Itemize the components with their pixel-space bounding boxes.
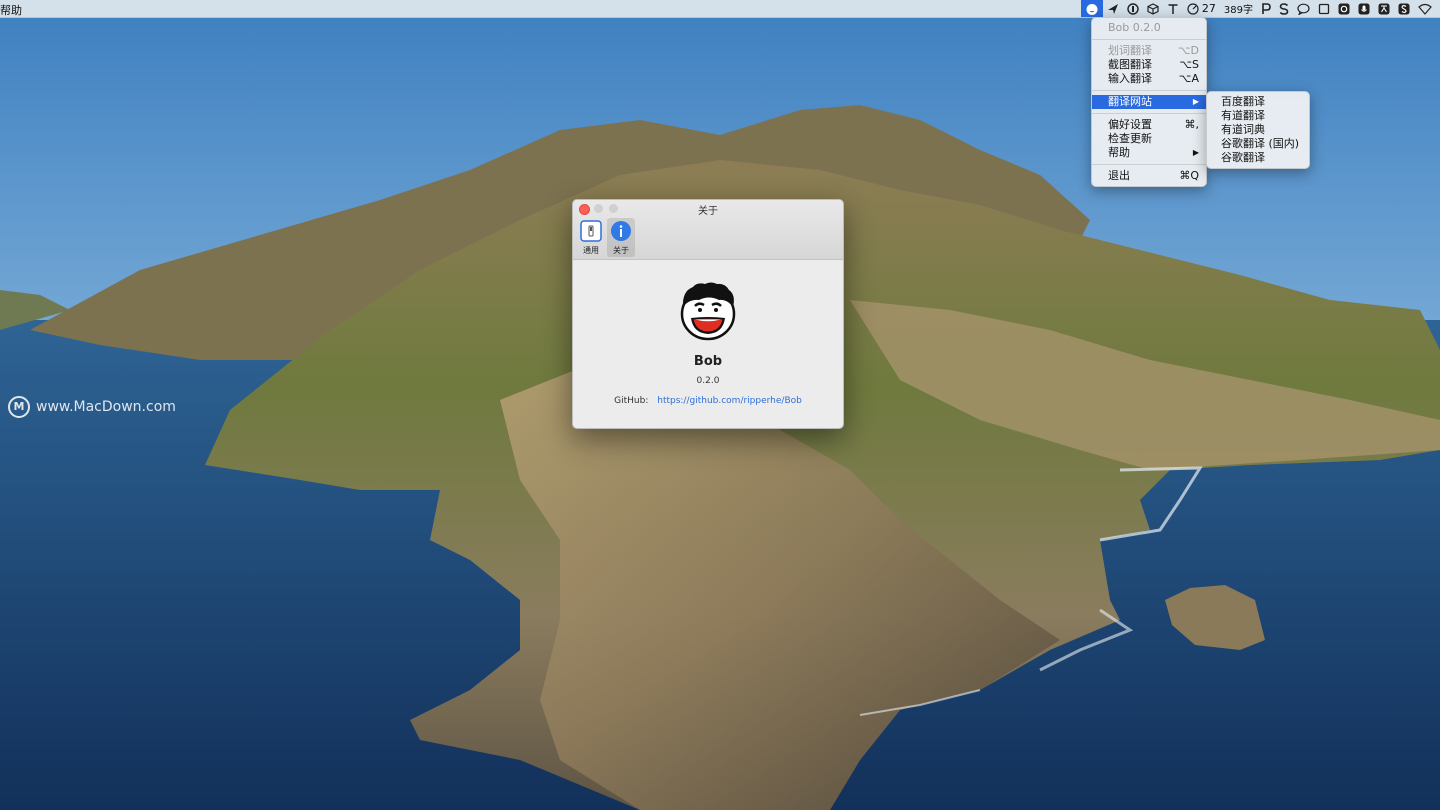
wifi-icon[interactable] (1414, 0, 1436, 17)
word-count[interactable]: 389字 (1220, 0, 1257, 17)
submenu-arrow-icon: ▶ (1192, 148, 1199, 157)
status-bar: 27 389字 (1080, 0, 1436, 17)
menu-separator (1092, 113, 1206, 114)
menu-item-label: 输入翻译 (1108, 72, 1152, 85)
bob-logo-icon (680, 282, 736, 341)
github-row: GitHub: https://github.com/ripperhe/Bob (573, 396, 843, 406)
s-app-icon[interactable] (1275, 0, 1293, 17)
menu-item-shortcut: ⌥S (1179, 58, 1199, 71)
menu-separator (1092, 164, 1206, 165)
tab-general[interactable]: 通用 (577, 218, 605, 257)
activity-counter[interactable]: 27 (1183, 0, 1220, 17)
github-label: GitHub: (614, 396, 649, 406)
menu-item-shortcut: ⌘, (1184, 118, 1200, 131)
paper-plane-icon[interactable] (1103, 0, 1123, 17)
translate-app-icon[interactable] (1374, 0, 1394, 17)
bob-face-icon (1086, 3, 1098, 15)
cube-icon[interactable] (1143, 0, 1163, 17)
menu-item-shortcut: ⌥D (1177, 44, 1199, 57)
switch-icon (580, 220, 602, 242)
tab-about[interactable]: 关于 (607, 218, 635, 257)
menu-item-shortcut: ⌘Q (1179, 169, 1199, 182)
menu-item-input-translate[interactable]: 输入翻译 ⌥A (1092, 72, 1206, 86)
translate-websites-submenu: 百度翻译 有道翻译 有道词典 谷歌翻译 (国内) 谷歌翻译 (1206, 91, 1310, 169)
watermark-text: www.MacDown.com (36, 399, 176, 415)
menu-item-preferences[interactable]: 偏好设置 ⌘, (1092, 118, 1206, 132)
app-name: Bob (693, 354, 723, 369)
menu-bar: 帮助 27 389字 (0, 0, 1440, 18)
menu-item-translate-websites[interactable]: 翻译网站 ▶ (1092, 95, 1206, 109)
menu-item-shortcut: ⌥A (1178, 72, 1199, 85)
window-titlebar: 关于 通用 关于 (573, 200, 843, 260)
about-window: 关于 通用 关于 Bob 0.2.0 GitHub: https://githu… (572, 199, 844, 429)
camera-app-icon[interactable] (1334, 0, 1354, 17)
submenu-item-youdao-translate[interactable]: 有道翻译 (1207, 109, 1309, 123)
s-square-app-icon[interactable] (1394, 0, 1414, 17)
menu-header-version: Bob 0.2.0 (1108, 21, 1161, 34)
submenu-item-google[interactable]: 谷歌翻译 (1207, 151, 1309, 165)
github-link[interactable]: https://github.com/ripperhe/Bob (657, 396, 802, 406)
menu-item-check-updates[interactable]: 检查更新 (1092, 132, 1206, 146)
watermark: M www.MacDown.com (8, 396, 176, 418)
submenu-item-baidu[interactable]: 百度翻译 (1207, 95, 1309, 109)
menu-item-help[interactable]: 帮助 ▶ (1092, 146, 1206, 160)
info-icon (611, 221, 631, 241)
tab-label: 关于 (613, 246, 629, 255)
bob-menu: Bob 0.2.0 划词翻译 ⌥D 截图翻译 ⌥S 输入翻译 ⌥A 翻译网站 ▶… (1091, 17, 1207, 187)
menu-item-label: 截图翻译 (1108, 58, 1152, 71)
gauge-icon (1187, 2, 1199, 15)
macdown-logo-icon: M (8, 396, 30, 418)
window-icon[interactable] (1314, 0, 1334, 17)
menu-item-label: 偏好设置 (1108, 118, 1152, 131)
microphone-icon[interactable] (1354, 0, 1374, 17)
menu-separator (1092, 90, 1206, 91)
submenu-item-google-cn[interactable]: 谷歌翻译 (国内) (1207, 137, 1309, 151)
menu-item-screenshot-translate[interactable]: 截图翻译 ⌥S (1092, 58, 1206, 72)
menu-item-label: 翻译网站 (1108, 95, 1152, 108)
menu-item-select-translate[interactable]: 划词翻译 ⌥D (1092, 44, 1206, 58)
menu-item-label: 帮助 (1108, 146, 1130, 159)
activity-count: 27 (1201, 2, 1216, 15)
tab-label: 通用 (583, 246, 599, 255)
menu-item-label: 划词翻译 (1108, 44, 1152, 57)
menu-help[interactable]: 帮助 (0, 2, 22, 18)
menu-separator (1092, 39, 1206, 40)
menu-item-quit[interactable]: 退出 ⌘Q (1092, 169, 1206, 183)
bob-status-item[interactable] (1080, 0, 1103, 17)
app-version: 0.2.0 (696, 376, 720, 386)
chat-bubble-icon[interactable] (1293, 0, 1314, 17)
window-title: 关于 (698, 206, 718, 217)
p-app-icon[interactable] (1257, 0, 1275, 17)
text-icon[interactable] (1163, 0, 1183, 17)
password-icon[interactable] (1123, 0, 1143, 17)
menu-item-label: 退出 (1108, 169, 1130, 182)
submenu-arrow-icon: ▶ (1192, 97, 1199, 106)
menu-item-label: 检查更新 (1108, 132, 1152, 145)
submenu-item-youdao-dict[interactable]: 有道词典 (1207, 123, 1309, 137)
